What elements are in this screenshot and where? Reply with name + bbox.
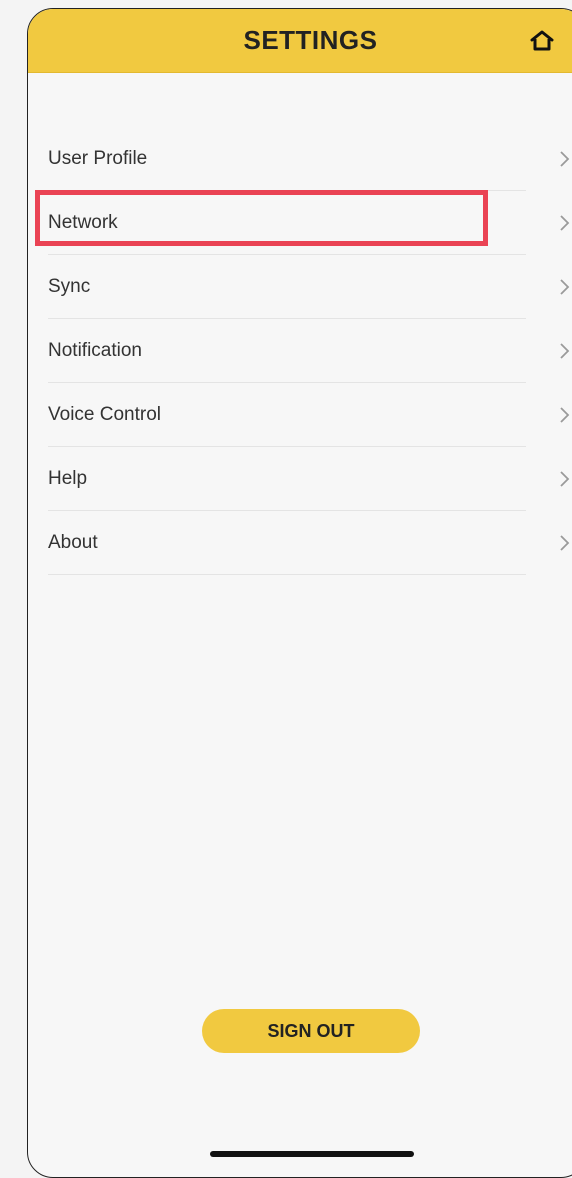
menu-item-label: Notification <box>48 340 142 361</box>
menu-item-network[interactable]: Network <box>28 191 572 255</box>
chevron-right-icon <box>560 151 570 167</box>
settings-menu: User Profile Network Sync Notification V… <box>28 127 572 575</box>
menu-item-label: About <box>48 532 98 553</box>
chevron-right-icon <box>560 215 570 231</box>
divider <box>48 574 526 575</box>
menu-item-about[interactable]: About <box>28 511 572 575</box>
menu-item-notification[interactable]: Notification <box>28 319 572 383</box>
page-title: SETTINGS <box>243 25 378 55</box>
menu-item-label: Network <box>48 212 118 233</box>
phone-frame: SETTINGS User Profile Network Sync Notif… <box>27 8 572 1178</box>
menu-item-user-profile[interactable]: User Profile <box>28 127 572 191</box>
menu-item-label: Help <box>48 468 88 489</box>
sign-out-button[interactable]: SIGN OUT <box>202 1009 420 1053</box>
chevron-right-icon <box>560 279 570 295</box>
chevron-right-icon <box>560 535 570 551</box>
app-header: SETTINGS <box>28 9 572 73</box>
home-icon <box>530 30 554 51</box>
home-indicator <box>210 1151 414 1157</box>
chevron-right-icon <box>560 343 570 359</box>
menu-item-label: User Profile <box>48 148 148 169</box>
menu-item-label: Voice Control <box>48 404 162 425</box>
chevron-right-icon <box>560 407 570 423</box>
menu-item-sync[interactable]: Sync <box>28 255 572 319</box>
chevron-right-icon <box>560 471 570 487</box>
menu-item-help[interactable]: Help <box>28 447 572 511</box>
home-button[interactable] <box>528 27 556 55</box>
menu-item-label: Sync <box>48 276 91 297</box>
menu-item-voice-control[interactable]: Voice Control <box>28 383 572 447</box>
